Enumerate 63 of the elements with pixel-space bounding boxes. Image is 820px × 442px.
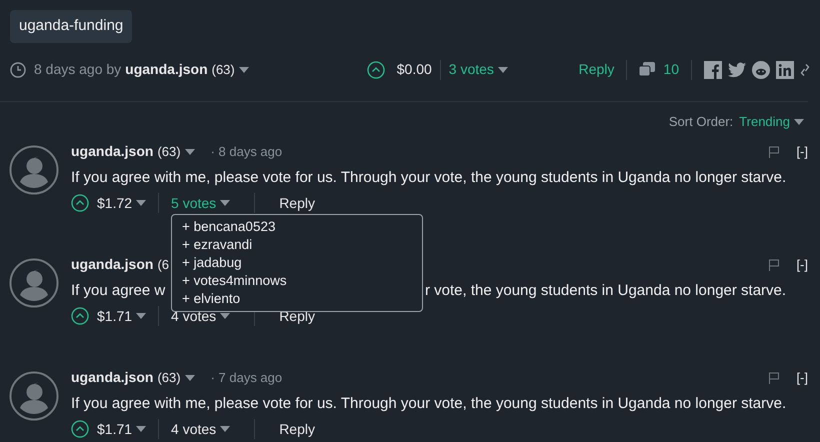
flag-icon[interactable] — [768, 372, 780, 384]
reply-link[interactable]: Reply — [279, 418, 315, 440]
payout-amount[interactable]: $1.72 — [97, 192, 132, 214]
sort-dropdown[interactable]: Trending — [739, 112, 790, 132]
linkedin-icon[interactable] — [776, 60, 794, 78]
voter-entry[interactable]: + jadabug — [182, 254, 422, 272]
author-name[interactable]: uganda.json — [71, 141, 154, 162]
upvote-icon[interactable] — [71, 307, 89, 325]
votes-link[interactable]: 3 votes — [448, 59, 494, 80]
comments-count[interactable]: 10 — [663, 59, 679, 80]
avatar-icon[interactable] — [9, 144, 59, 194]
tag-chip[interactable]: uganda-funding — [10, 10, 132, 42]
avatar-icon[interactable] — [9, 370, 59, 420]
caret-icon[interactable] — [184, 148, 195, 154]
author-name[interactable]: uganda.json — [71, 367, 154, 388]
comment-time: · 8 days ago — [210, 142, 282, 161]
author-name[interactable]: uganda.json — [71, 254, 154, 275]
comment-body: If you agree w — [71, 280, 163, 300]
comment-body: If you agree with me, please vote for us. Through your vote, the young students in Uganda no longer starve. — [71, 394, 788, 414]
caret-icon[interactable] — [184, 374, 195, 380]
payout-amount[interactable]: $1.71 — [97, 418, 132, 440]
voter-entry[interactable]: + bencana0523 — [182, 218, 422, 236]
voter-entry[interactable]: + elviento — [182, 290, 422, 308]
voter-entry[interactable]: + ezravandi — [182, 236, 422, 254]
comment-body: If you agree with me, please vote for us. Through your vote, the young students in Uganda no longer starve. — [71, 168, 788, 188]
author-name[interactable]: uganda.json — [125, 59, 208, 80]
caret-icon[interactable] — [220, 426, 230, 432]
post-time: 8 days ago by — [34, 60, 122, 79]
caret-icon[interactable] — [136, 200, 146, 206]
caret-icon[interactable] — [220, 200, 230, 206]
reputation-score: (63) — [157, 142, 181, 161]
reply-link[interactable]: Reply — [279, 192, 315, 214]
comments-icon[interactable] — [639, 62, 656, 77]
caret-icon[interactable] — [238, 66, 249, 72]
reply-link[interactable]: Reply — [578, 59, 614, 80]
link-icon[interactable] — [800, 62, 810, 76]
caret-icon[interactable] — [498, 66, 508, 72]
payout-amount[interactable]: $1.71 — [97, 306, 132, 326]
votes-link[interactable]: 4 votes — [171, 418, 216, 440]
reputation-score: (63) — [212, 60, 235, 79]
collapse-toggle[interactable]: [-] — [796, 142, 808, 162]
payout-amount[interactable]: $0.00 — [396, 59, 432, 80]
facebook-icon[interactable] — [704, 60, 722, 78]
clock-icon — [10, 62, 26, 78]
collapse-toggle[interactable]: [-] — [796, 368, 808, 388]
flag-icon[interactable] — [768, 146, 780, 158]
bird-icon[interactable] — [728, 62, 746, 78]
comment-time: · 7 days ago — [210, 368, 282, 387]
upvote-icon[interactable] — [71, 194, 89, 212]
votes-link[interactable]: 5 votes — [171, 192, 216, 214]
sort-label: Sort Order: — [668, 112, 734, 131]
caret-icon[interactable] — [136, 426, 146, 432]
caret-icon[interactable] — [136, 313, 146, 319]
upvote-icon[interactable] — [366, 60, 385, 78]
caret-icon[interactable] — [794, 118, 804, 124]
flag-icon[interactable] — [768, 258, 780, 270]
reputation-score: (6 — [157, 256, 170, 274]
avatar-icon[interactable] — [9, 258, 59, 308]
collapse-toggle[interactable]: [-] — [796, 254, 808, 274]
reputation-score: (63) — [157, 368, 181, 387]
voter-entry[interactable]: + votes4minnows — [182, 272, 422, 290]
upvote-icon[interactable] — [71, 420, 89, 438]
comment-body: r vote, the young students in Uganda no longer starve. — [425, 280, 786, 300]
